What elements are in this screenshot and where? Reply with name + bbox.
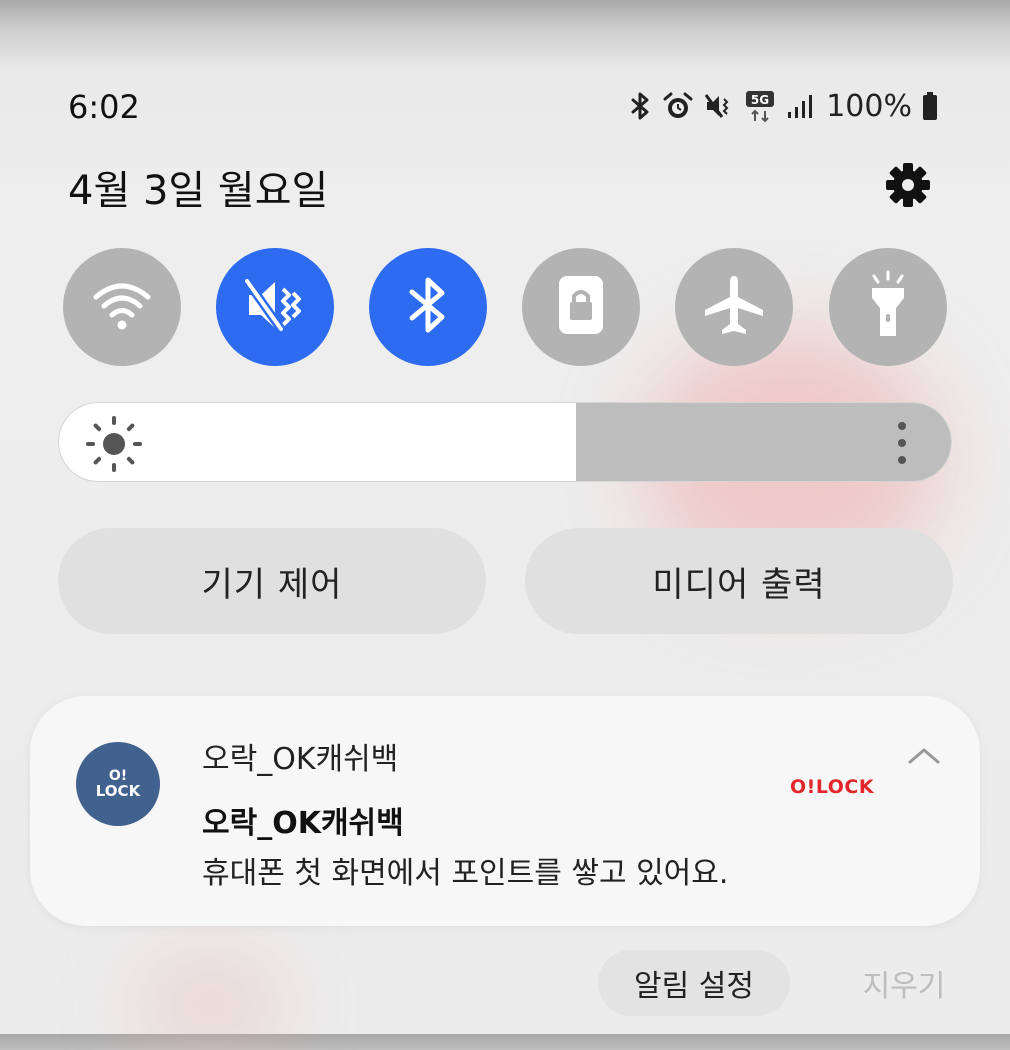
date-row: 4월 3일 월요일 bbox=[0, 158, 1010, 218]
gear-icon[interactable] bbox=[883, 160, 933, 210]
wifi-icon bbox=[90, 277, 154, 337]
quick-toggle-rotation-lock[interactable] bbox=[522, 248, 640, 366]
notification-body: 휴대폰 첫 화면에서 포인트를 쌓고 있어요. bbox=[202, 856, 729, 891]
battery-percent: 100% bbox=[826, 88, 912, 124]
clear-button[interactable]: 지우기 bbox=[826, 950, 982, 1016]
svg-text:5G: 5G bbox=[751, 93, 769, 107]
airplane-icon bbox=[701, 272, 767, 342]
background-glow-bottom bbox=[140, 960, 280, 1050]
quick-toggle-wifi[interactable] bbox=[63, 248, 181, 366]
rotation-lock-icon bbox=[555, 272, 607, 342]
device-control-button[interactable]: 기기 제어 bbox=[58, 528, 486, 634]
battery-icon bbox=[922, 91, 938, 121]
more-vertical-icon[interactable] bbox=[888, 418, 916, 468]
alarm-icon bbox=[662, 91, 694, 121]
notification-title: 오락_OK캐쉬백 bbox=[202, 806, 404, 841]
notification-app-name: 오락_OK캐쉬백 bbox=[202, 742, 399, 777]
quick-settings-row bbox=[63, 248, 947, 366]
flashlight-icon bbox=[864, 270, 912, 344]
notification-settings-button[interactable]: 알림 설정 bbox=[598, 950, 790, 1016]
vibrate-mute-icon bbox=[704, 91, 734, 121]
status-bar: 6:02 5G 100% bbox=[0, 78, 1010, 134]
quick-toggle-bluetooth[interactable] bbox=[369, 248, 487, 366]
5g-icon: 5G bbox=[744, 89, 776, 123]
quick-toggle-mute-vibrate[interactable] bbox=[216, 248, 334, 366]
date-label: 4월 3일 월요일 bbox=[68, 168, 329, 214]
quick-toggle-airplane[interactable] bbox=[675, 248, 793, 366]
bluetooth-icon bbox=[404, 274, 452, 340]
status-icons: 5G 100% bbox=[630, 86, 938, 126]
signal-icon bbox=[786, 92, 816, 120]
mute-vibrate-icon bbox=[243, 273, 307, 341]
chevron-up-icon[interactable] bbox=[904, 744, 944, 768]
bluetooth-icon bbox=[630, 91, 652, 121]
status-clock: 6:02 bbox=[68, 88, 140, 126]
notification-card[interactable]: O! LOCK 오락_OK캐쉬백 오락_OK캐쉬백 휴대폰 첫 화면에서 포인트… bbox=[30, 696, 980, 926]
quick-toggle-flashlight[interactable] bbox=[829, 248, 947, 366]
app-icon: O! LOCK bbox=[76, 742, 160, 826]
media-output-button[interactable]: 미디어 출력 bbox=[525, 528, 953, 634]
sun-icon bbox=[84, 414, 144, 474]
brand-logo: O!LOCK bbox=[790, 776, 875, 798]
brightness-slider[interactable] bbox=[58, 402, 952, 482]
